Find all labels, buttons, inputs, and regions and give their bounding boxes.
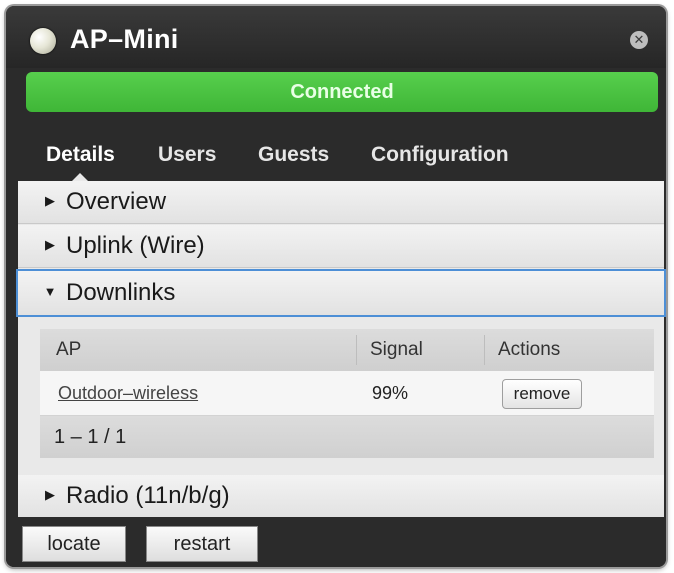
section-downlinks[interactable]: ▼ Downlinks (16, 269, 666, 317)
footer-bar: locate restart (6, 517, 666, 567)
section-uplink-label: Uplink (Wire) (66, 232, 205, 259)
column-divider (484, 335, 485, 365)
downlinks-table: AP Signal Actions Outdoor–wireless 99% r… (40, 329, 654, 458)
tab-users[interactable]: Users (158, 130, 216, 180)
table-header: AP Signal Actions (40, 329, 654, 371)
pagination-label: 1 – 1 / 1 (54, 426, 127, 448)
pagination-bar: 1 – 1 / 1 (40, 416, 654, 458)
restart-button[interactable]: restart (146, 526, 258, 562)
tab-guests[interactable]: Guests (258, 130, 329, 180)
expand-arrow-icon: ▶ (45, 236, 55, 252)
column-header-actions: Actions (498, 339, 561, 360)
expand-arrow-icon: ▶ (45, 192, 55, 208)
tab-bar: Details Users Guests Configuration (6, 130, 666, 181)
remove-button[interactable]: remove (502, 379, 582, 409)
section-uplink[interactable]: ▶ Uplink (Wire) (18, 225, 664, 268)
expand-arrow-icon: ▶ (45, 486, 55, 502)
column-header-ap: AP (56, 339, 82, 360)
table-row: Outdoor–wireless 99% remove (40, 371, 654, 416)
tab-configuration[interactable]: Configuration (371, 130, 509, 180)
details-panel: ▶ Overview ▶ Uplink (Wire) ▼ Downlinks AP S… (16, 181, 666, 518)
title-bar: AP–Mini ✕ (6, 6, 666, 68)
tab-details[interactable]: Details (46, 130, 115, 181)
ap-detail-window: AP–Mini ✕ Connected Details Users Guests… (6, 6, 666, 567)
column-divider (356, 335, 357, 365)
device-title: AP–Mini (70, 24, 179, 54)
signal-value: 99% (372, 383, 409, 403)
section-overview[interactable]: ▶ Overview (18, 181, 664, 224)
column-header-signal: Signal (370, 339, 423, 360)
close-icon[interactable]: ✕ (630, 31, 648, 49)
ap-link[interactable]: Outdoor–wireless (58, 383, 198, 404)
section-downlinks-label: Downlinks (66, 279, 176, 306)
device-status-led-icon (30, 28, 56, 54)
section-overview-label: Overview (66, 188, 167, 215)
connection-status-bar: Connected (26, 72, 658, 112)
section-radio-label: Radio (11n/b/g) (66, 482, 230, 509)
locate-button[interactable]: locate (22, 526, 126, 562)
section-radio[interactable]: ▶ Radio (11n/b/g) (18, 475, 664, 518)
collapse-arrow-icon: ▼ (43, 283, 57, 299)
